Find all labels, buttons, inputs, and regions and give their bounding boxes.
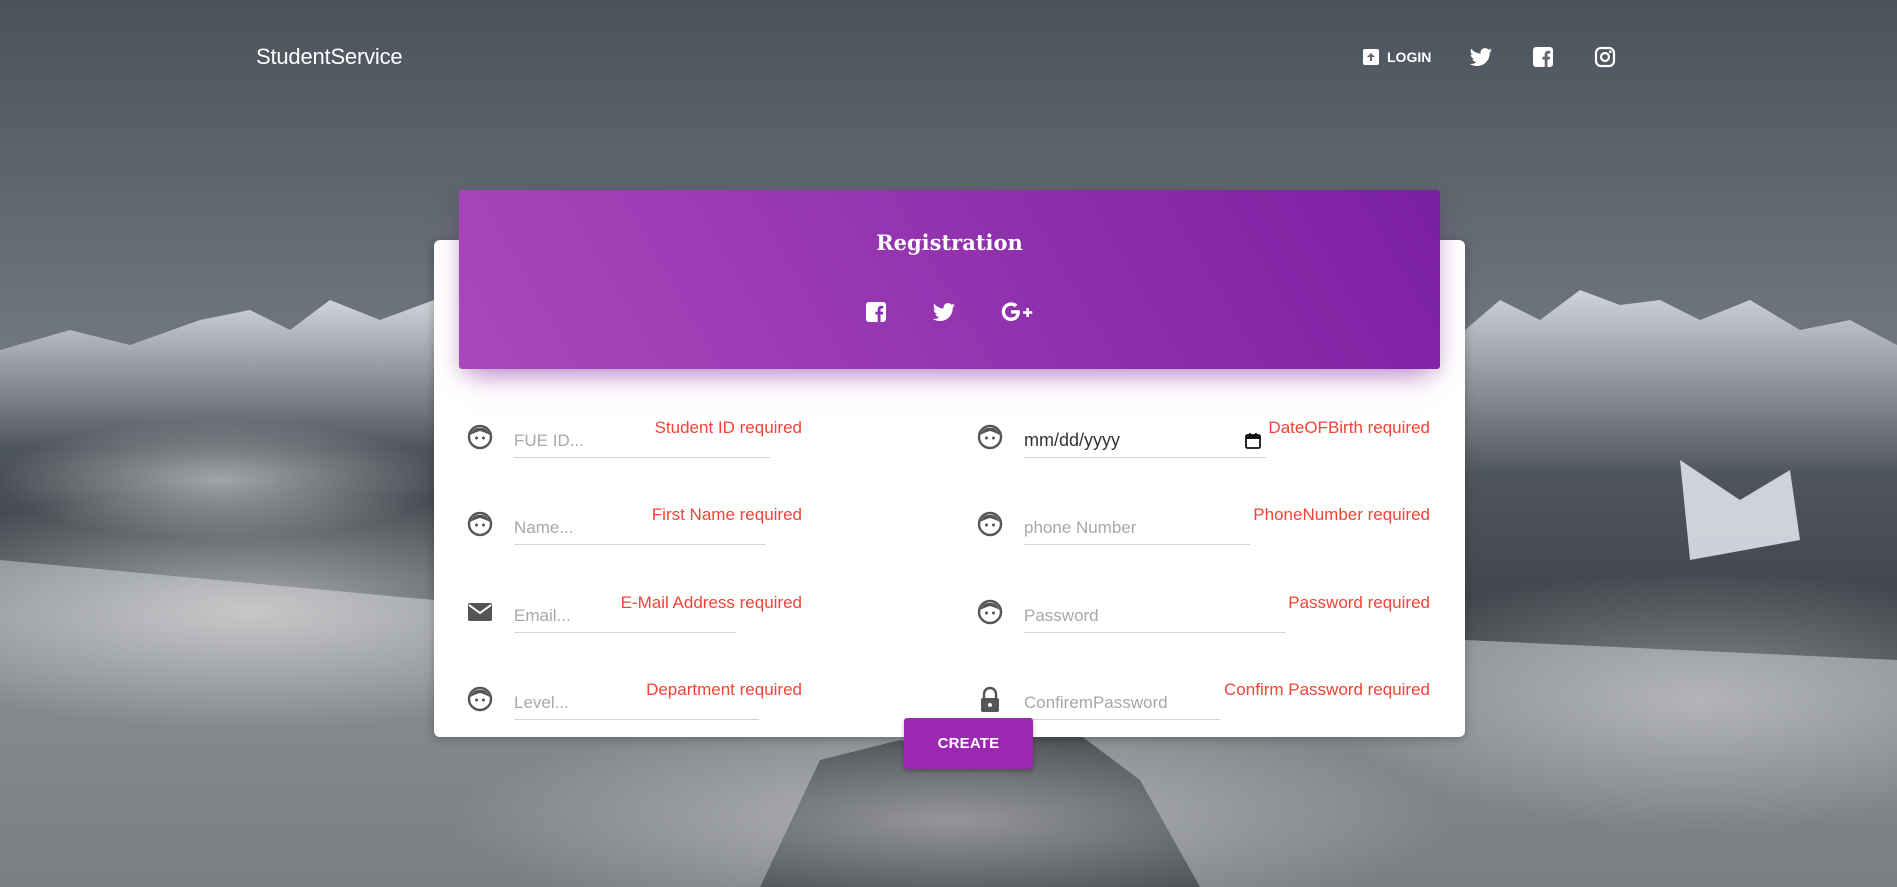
create-button[interactable]: CREATE [904,718,1033,769]
email-field: E-Mail Address required [466,583,802,633]
nav-right-links: LOGIN [1362,46,1617,68]
login-label: LOGIN [1387,49,1432,65]
level-error: Department required [646,680,802,699]
calendar-icon[interactable] [1244,432,1262,450]
confirm-password-error: Confirm Password required [1224,680,1430,699]
facebook-icon[interactable] [1531,45,1555,69]
mail-icon [468,603,492,621]
name-error: First Name required [651,505,802,524]
email-error: E-Mail Address required [620,593,802,612]
dob-field: mm/dd/yyyy DateOFBirth required [976,408,1430,458]
phone-field: PhoneNumber required [976,495,1430,545]
level-field: Department required [466,670,802,720]
face-icon [977,424,1003,450]
phone-error: PhoneNumber required [1253,505,1430,524]
dob-error: DateOFBirth required [1268,418,1430,437]
google-plus-icon[interactable] [1000,300,1036,324]
student-id-field: Student ID required [466,408,802,458]
face-icon [467,686,493,712]
student-id-error: Student ID required [654,418,802,437]
login-link[interactable]: LOGIN [1362,48,1431,66]
registration-card-header: Registration [459,190,1440,369]
twitter-icon[interactable] [932,300,956,324]
login-icon [1363,49,1379,65]
card-title: Registration [876,230,1023,255]
social-login-icons [459,300,1440,324]
instagram-icon[interactable] [1593,45,1617,69]
confirm-password-field: Confirm Password required [976,670,1430,720]
brand-logo-text[interactable]: StudentService [256,44,403,70]
face-icon [977,599,1003,625]
lock-icon [981,686,999,712]
password-field: Password required [976,583,1430,633]
password-input[interactable] [1024,599,1286,633]
confirm-password-input[interactable] [1024,686,1220,720]
phone-input[interactable] [1024,511,1250,545]
dob-input[interactable]: mm/dd/yyyy [1024,424,1266,458]
face-icon [467,424,493,450]
name-field: First Name required [466,495,802,545]
top-navbar: StudentService LOGIN [0,0,1897,114]
password-error: Password required [1288,593,1430,612]
facebook-icon[interactable] [864,300,888,324]
face-icon [467,511,493,537]
face-icon [977,511,1003,537]
twitter-icon[interactable] [1469,45,1493,69]
